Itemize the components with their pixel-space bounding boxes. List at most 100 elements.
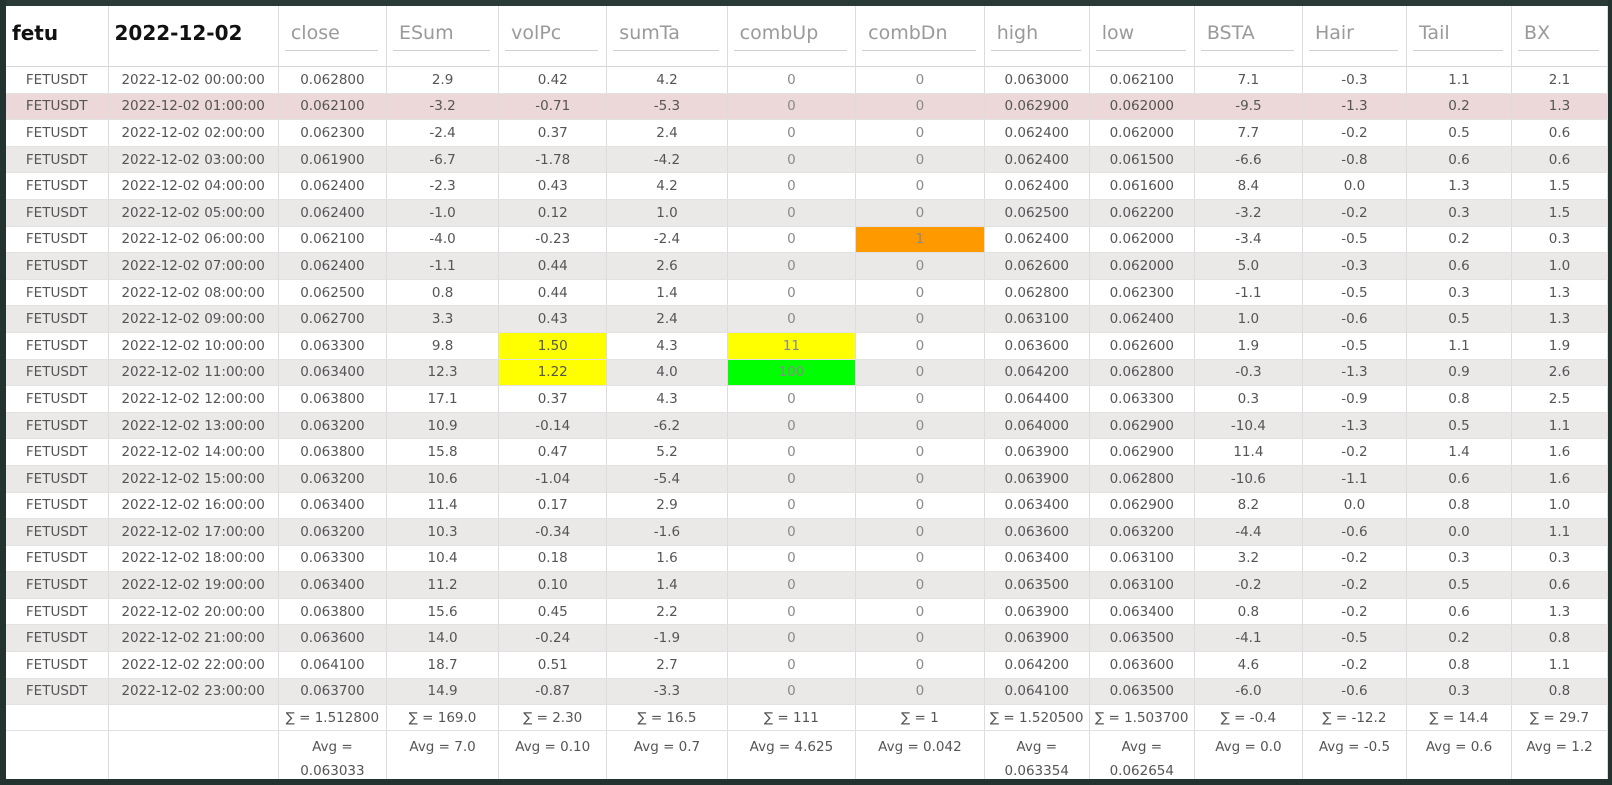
table-cell: -1.3 [1302, 93, 1407, 121]
table-cell: 0.47 [498, 438, 608, 466]
table-cell: 0.062100 [278, 93, 387, 121]
table-cell: 0 [727, 385, 857, 413]
table-cell: -5.3 [606, 93, 728, 121]
table-cell: 0.062500 [984, 199, 1090, 227]
table-cell: 0 [727, 465, 857, 493]
column-header-high[interactable]: high [984, 6, 1090, 67]
table-row[interactable]: FETUSDT 2022-12-02 12:00:00 0.063800 17.1 0.… [6, 385, 1608, 413]
table-cell: FETUSDT [6, 199, 109, 227]
column-header-hair[interactable]: Hair [1302, 6, 1407, 67]
column-header-sumta[interactable]: sumTa [606, 6, 728, 67]
table-cell: 2022-12-02 01:00:00 [108, 93, 279, 121]
table-cell: 0.0 [1302, 172, 1407, 200]
table-row[interactable]: FETUSDT 2022-12-02 01:00:00 0.062100 -3.2 -0… [6, 93, 1608, 121]
table-cell: 10.9 [386, 412, 500, 440]
table-cell: -0.8 [1302, 146, 1407, 174]
table-cell: 0.10 [498, 571, 608, 599]
table-cell: -0.2 [1302, 119, 1407, 147]
table-cell: 4.2 [606, 172, 728, 200]
table-cell: -6.7 [386, 146, 500, 174]
table-row[interactable]: FETUSDT 2022-12-02 05:00:00 0.062400 -1.0 0.… [6, 199, 1608, 227]
table-row[interactable]: FETUSDT 2022-12-02 03:00:00 0.061900 -6.7 -1… [6, 146, 1608, 174]
table-cell: 0.063100 [1089, 545, 1195, 573]
table-cell: 0.062000 [1089, 93, 1195, 121]
table-row[interactable]: FETUSDT 2022-12-02 21:00:00 0.063600 14.0 -0… [6, 624, 1608, 653]
table-row[interactable]: FETUSDT 2022-12-02 04:00:00 0.062400 -2.3 0.… [6, 172, 1608, 200]
table-cell: 2022-12-02 03:00:00 [108, 146, 279, 174]
table-row[interactable]: FETUSDT 2022-12-02 11:00:00 0.063400 12.3 1.… [6, 359, 1608, 387]
column-header-low[interactable]: low [1089, 6, 1195, 67]
table-row[interactable]: FETUSDT 2022-12-02 13:00:00 0.063200 10.9 -0… [6, 412, 1608, 440]
table-cell: 0 [855, 332, 985, 360]
table-cell: -0.5 [1302, 624, 1407, 653]
avg-cell [108, 730, 279, 779]
table-cell: -0.5 [1302, 279, 1407, 307]
table-cell: 1.6 [606, 545, 728, 573]
column-header-close[interactable]: close [278, 6, 387, 67]
column-header-combdn[interactable]: combDn [855, 6, 985, 67]
table-row[interactable]: FETUSDT 2022-12-02 20:00:00 0.063800 15.6 0.… [6, 598, 1608, 626]
table-row[interactable]: FETUSDT 2022-12-02 00:00:00 0.062800 2.9 0.4… [6, 66, 1608, 94]
column-header-esum[interactable]: ESum [386, 6, 500, 67]
table-cell: 2022-12-02 09:00:00 [108, 305, 279, 333]
table-cell: FETUSDT [6, 119, 109, 147]
table-cell: FETUSDT [6, 438, 109, 466]
table-row[interactable]: FETUSDT 2022-12-02 08:00:00 0.062500 0.8 0.4… [6, 279, 1608, 307]
table-row[interactable]: FETUSDT 2022-12-02 02:00:00 0.062300 -2.4 0.… [6, 119, 1608, 147]
table-cell: 2.4 [606, 119, 728, 147]
table-cell: 2022-12-02 22:00:00 [108, 651, 279, 679]
table-cell: 0.063300 [278, 332, 387, 360]
table-cell: FETUSDT [6, 571, 109, 599]
table-cell: 1 [855, 226, 985, 254]
table-cell: -5.4 [606, 465, 728, 493]
table-cell: FETUSDT [6, 678, 109, 706]
table-cell: 0.063500 [984, 571, 1090, 599]
table-row[interactable]: FETUSDT 2022-12-02 16:00:00 0.063400 11.4 0.… [6, 492, 1608, 520]
table-cell: 7.1 [1194, 66, 1303, 94]
table-cell: 1.1 [1511, 518, 1608, 546]
table-cell: 1.3 [1511, 279, 1608, 307]
table-row[interactable]: FETUSDT 2022-12-02 22:00:00 0.064100 18.7 0.… [6, 651, 1608, 679]
table-row[interactable]: FETUSDT 2022-12-02 19:00:00 0.063400 11.2 0.… [6, 571, 1608, 599]
table-cell: -3.4 [1194, 226, 1303, 254]
table-cell: -6.2 [606, 412, 728, 440]
table-cell: 1.0 [606, 199, 728, 227]
table-cell: 2.7 [606, 651, 728, 679]
table-cell: 3.3 [386, 305, 500, 333]
column-header-volpc[interactable]: volPc [498, 6, 608, 67]
column-header-bx[interactable]: BX [1511, 6, 1608, 67]
table-row[interactable]: FETUSDT 2022-12-02 06:00:00 0.062100 -4.0 -0… [6, 226, 1608, 254]
table-cell: 0.062800 [984, 279, 1090, 307]
column-header-bsta[interactable]: BSTA [1194, 6, 1303, 67]
table-cell: 0.063700 [278, 678, 387, 706]
header-date: 2022-12-02 [108, 6, 279, 67]
table-row[interactable]: FETUSDT 2022-12-02 10:00:00 0.063300 9.8 1.5… [6, 332, 1608, 360]
table-cell: 2.1 [1511, 66, 1608, 94]
column-header-tail[interactable]: Tail [1406, 6, 1513, 67]
table-cell: 0.062400 [278, 199, 387, 227]
table-cell: FETUSDT [6, 359, 109, 387]
table-cell: FETUSDT [6, 172, 109, 200]
column-header-combup[interactable]: combUp [727, 6, 857, 67]
table-cell: 100 [727, 359, 857, 387]
table-cell: 1.0 [1511, 492, 1608, 520]
table-row[interactable]: FETUSDT 2022-12-02 15:00:00 0.063200 10.6 -1… [6, 465, 1608, 493]
table-cell: 2.6 [606, 252, 728, 280]
table-cell: -1.1 [1302, 465, 1407, 493]
table-cell: 0.062000 [1089, 252, 1195, 280]
table-cell: 0.2 [1406, 93, 1513, 121]
table-row[interactable]: FETUSDT 2022-12-02 14:00:00 0.063800 15.8 0.… [6, 438, 1608, 466]
avg-cell: Avg = 1.2 [1511, 730, 1608, 779]
avg-row: Avg = 0.063033 Avg = 7.0 Avg = 0.10 Avg = 0… [6, 730, 1608, 779]
table-cell: -0.5 [1302, 332, 1407, 360]
table-row[interactable]: FETUSDT 2022-12-02 07:00:00 0.062400 -1.1 0.… [6, 252, 1608, 280]
table-row[interactable]: FETUSDT 2022-12-02 18:00:00 0.063300 10.4 0.… [6, 545, 1608, 573]
table-cell: 0.063900 [984, 438, 1090, 466]
table-row[interactable]: FETUSDT 2022-12-02 09:00:00 0.062700 3.3 0.4… [6, 305, 1608, 333]
table-cell: 0.062400 [278, 172, 387, 200]
table-cell: 0.062600 [984, 252, 1090, 280]
table-row[interactable]: FETUSDT 2022-12-02 23:00:00 0.063700 14.9 -0… [6, 678, 1608, 706]
table-cell: 0.062700 [278, 305, 387, 333]
table-cell: 0 [727, 252, 857, 280]
table-row[interactable]: FETUSDT 2022-12-02 17:00:00 0.063200 10.3 -0… [6, 518, 1608, 546]
